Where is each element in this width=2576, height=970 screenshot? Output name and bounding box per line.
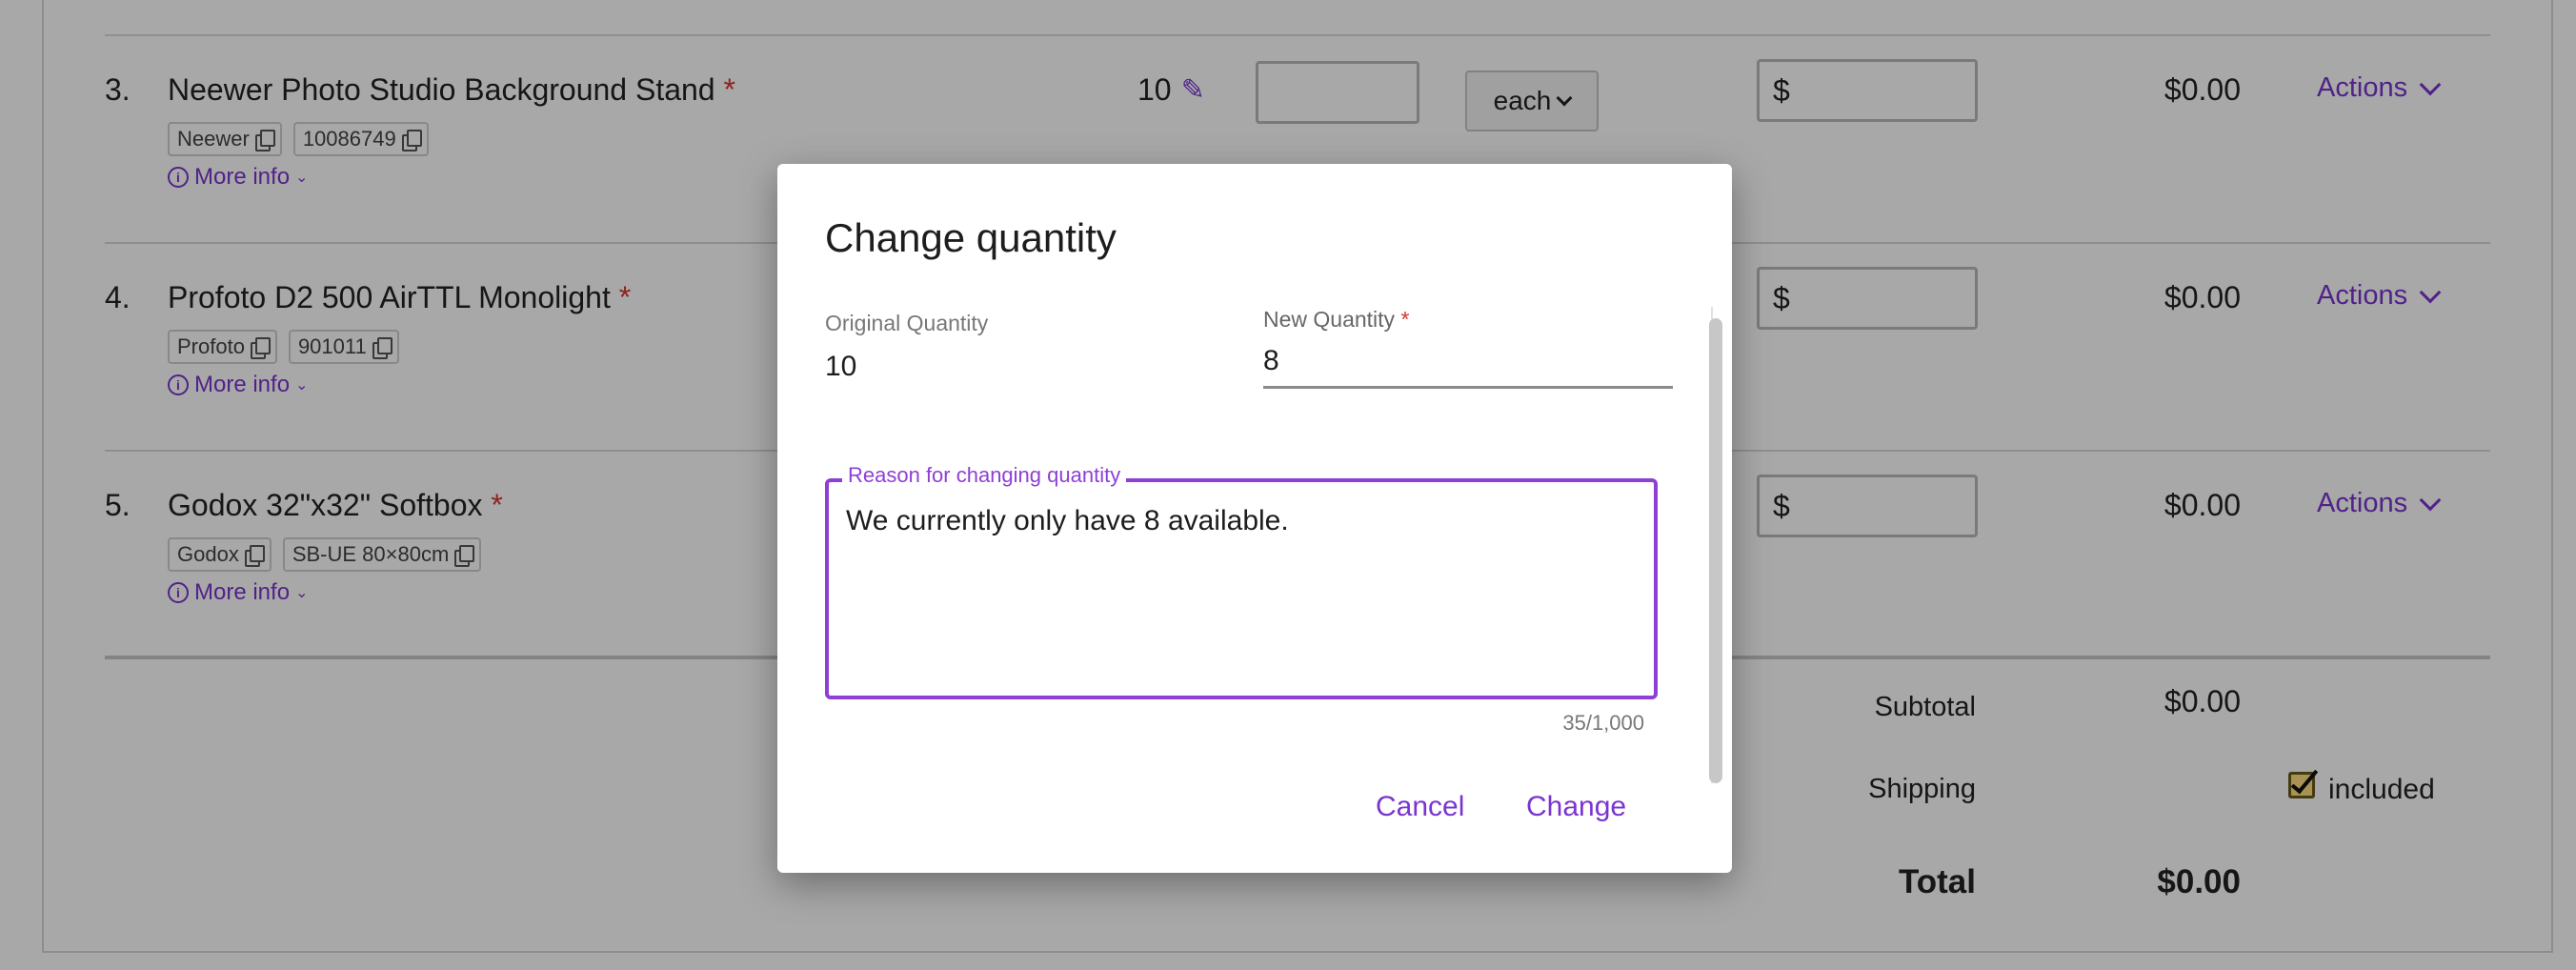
dialog-scrollbar-thumb[interactable] (1709, 318, 1722, 783)
character-counter: 35/1,000 (1562, 711, 1644, 735)
dialog-title: Change quantity (825, 215, 1117, 260)
required-mark: * (1400, 307, 1410, 332)
reason-field: Reason for changing quantity We currentl… (825, 463, 1658, 699)
original-quantity-value: 10 (825, 351, 857, 382)
new-quantity-label: New Quantity * (1263, 307, 1409, 333)
cancel-button[interactable]: Cancel (1376, 791, 1464, 823)
change-button[interactable]: Change (1526, 791, 1626, 823)
reason-textarea[interactable]: We currently only have 8 available. (846, 505, 1637, 677)
change-quantity-dialog: Change quantity Original Quantity 10 New… (777, 164, 1732, 873)
new-quantity-field (1263, 339, 1673, 389)
original-quantity-label: Original Quantity (825, 311, 989, 335)
new-quantity-label-text: New Quantity (1263, 307, 1396, 332)
new-quantity-input[interactable] (1263, 339, 1673, 383)
reason-label: Reason for changing quantity (842, 463, 1127, 488)
